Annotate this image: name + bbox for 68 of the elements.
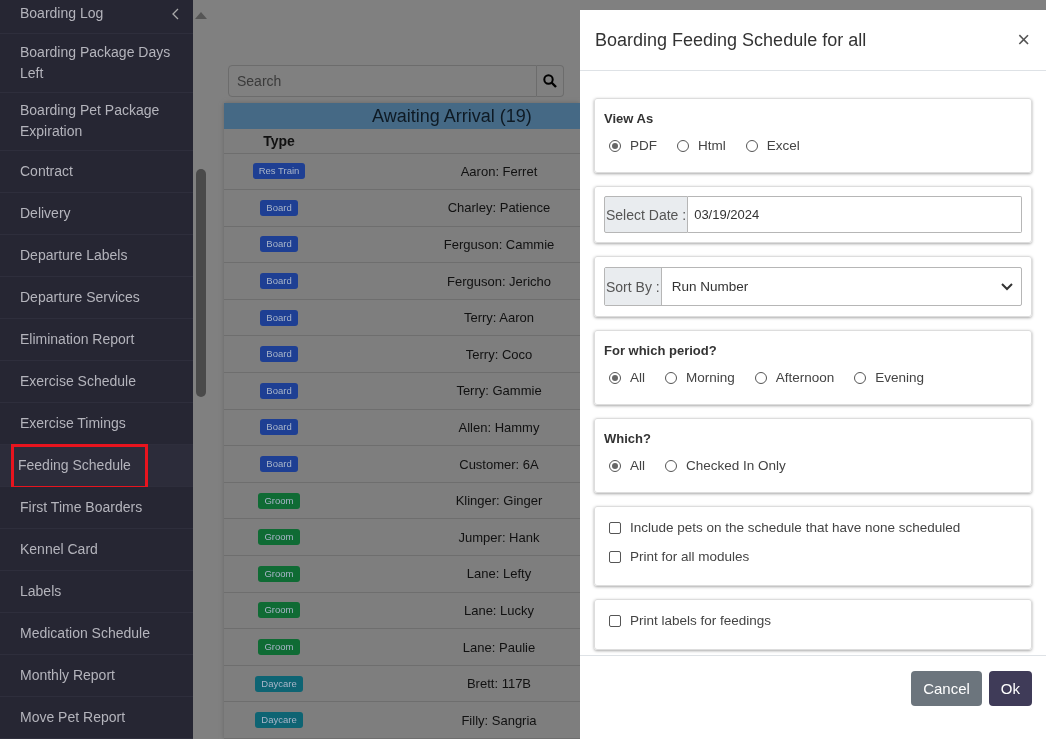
type-badge: Groom [258,492,300,509]
checkbox-option[interactable]: Include pets on the schedule that have none scheduled [609,520,1017,535]
type-badge: Daycare [255,675,303,692]
radio-option[interactable]: PDF [609,138,657,153]
sidebar-item[interactable]: First Time Boarders [0,487,193,529]
section-label: For which period? [604,343,718,358]
type-badge: Groom [258,529,300,546]
date-label: Select Date : [604,196,689,233]
sort-label: Sort By : [605,268,662,305]
close-button[interactable]: × [1017,27,1030,53]
pet-name: Brett: 117B [466,676,532,692]
radio-option[interactable]: All [609,370,645,385]
type-badge: Daycare [255,712,303,729]
ok-button[interactable]: Ok [988,671,1032,706]
card-title: Awaiting Arrival (19) [224,103,580,129]
radio-option[interactable]: All [609,458,645,473]
radio-option[interactable]: Checked In Only [665,458,786,473]
checkbox[interactable] [609,550,621,563]
date-field[interactable]: 03/19/2024 [688,196,1022,233]
chevron-down-icon [1001,282,1013,291]
radio-option[interactable]: Html [677,138,726,153]
type-badge: Board [260,419,298,436]
checkbox[interactable] [609,614,621,627]
type-badge: Board [260,382,298,399]
pet-name: Customer: 6A [459,456,539,472]
type-badge: Board [260,199,298,216]
section-label: View As [604,111,655,126]
type-badge: Res Train [252,163,306,180]
type-badge: Groom [258,565,300,582]
type-badge: Board [260,346,298,363]
sidebar-item[interactable]: Feeding Schedule [0,445,193,487]
pet-name: Filly: Sangria [461,712,537,728]
checkbox-option[interactable]: Print for all modules [609,549,1017,564]
type-badge: Board [260,456,298,473]
type-badge: Board [260,309,298,326]
type-badge: Board [260,236,298,253]
pet-name: Aaron: Ferret [460,163,538,179]
modal-title: Boarding Feeding Schedule for all [595,29,867,51]
pet-name: Terry: Aaron [463,310,535,326]
column-header: Type [262,132,296,149]
checkbox[interactable] [609,521,621,534]
sort-dropdown[interactable]: Run Number [661,268,1021,305]
pet-name: Jumper: Hank [458,529,540,545]
radio-option[interactable]: Excel [745,138,800,153]
pet-name: Lane: Lefty [466,566,532,582]
pet-name: Ferguson: Jericho [446,273,552,289]
chevron-left-icon[interactable] [172,7,179,20]
type-badge: Groom [258,602,300,619]
pet-name: Lane: Paulie [462,639,536,655]
pet-name: Klinger: Ginger [455,493,543,509]
checkbox-option[interactable]: Print labels for feedings [609,613,1017,628]
pet-name: Charley: Patience [447,200,551,216]
type-badge: Groom [258,639,300,655]
scrollbar-thumb[interactable] [195,169,206,397]
cancel-button[interactable]: Cancel [911,671,982,706]
search-button[interactable] [537,65,564,97]
pet-name: Lane: Lucky [463,602,535,618]
search-icon [543,74,557,88]
radio-option[interactable]: Evening [854,370,925,385]
pet-name: Ferguson: Cammie [443,237,555,252]
section-label: Which? [604,431,652,446]
radio-option[interactable]: Afternoon [754,370,835,385]
pet-name: Terry: Coco [465,346,533,362]
type-badge: Board [260,273,298,290]
radio-option[interactable]: Morning [665,370,735,385]
pet-name: Allen: Hammy [458,419,540,435]
pet-name: Terry: Gammie [456,383,542,399]
search-field[interactable]: Search [228,65,537,97]
